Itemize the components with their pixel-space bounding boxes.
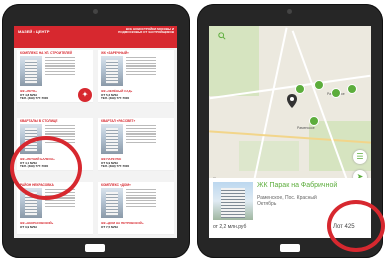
map-marker[interactable] <box>331 88 341 98</box>
camera <box>287 9 292 14</box>
card-title: КВАРТАЛЫ В СТОЛИЦЕ <box>20 119 58 123</box>
card-title: КОМПЛЕКС НА УЛ. СТРОИТЕЛЕЙ <box>20 51 72 55</box>
map-marker[interactable] <box>314 80 324 90</box>
highlight-circle <box>327 200 385 252</box>
card-phone: ТЕЛ. (499) 777-7000 <box>101 96 130 101</box>
card-footer: ЖК «ЛЕТО» ОТ 4,8 МЛН ТЕЛ. (499) 777-7000 <box>20 89 49 101</box>
card-title: КВАРТАЛ «РАССВЕТ» <box>101 119 136 123</box>
location-pin-icon[interactable] <box>287 94 297 108</box>
card-footer: ЖК ПАРК РЕК ОТ 6,9 МЛН ТЕЛ. (499) 777-7000 <box>101 157 130 169</box>
card-description <box>126 125 156 144</box>
map-marker[interactable] <box>295 84 305 94</box>
listing-name[interactable]: ЖК Парак на Фабричной <box>257 182 337 189</box>
card-description <box>126 189 156 208</box>
building-image <box>101 188 123 218</box>
header-title: МАЗЕЙ • ЦЕНТР <box>18 29 50 34</box>
map-marker[interactable] <box>347 84 357 94</box>
map-label-town: Раменское <box>297 126 315 130</box>
map-park <box>239 141 299 171</box>
list-view-button[interactable]: ☰ <box>353 150 367 164</box>
left-tablet: МАЗЕЙ • ЦЕНТР ВСЕ НОВОСТРОЙКИ МОСКВЫ И П… <box>2 4 190 258</box>
home-button[interactable] <box>280 244 300 252</box>
camera <box>93 9 98 14</box>
card-description <box>126 57 156 76</box>
building-image <box>101 56 123 86</box>
card-footer: ЖК «НЕКРАСОВСКИЙ» ОТ 3,9 МЛН <box>20 221 53 229</box>
listing-card[interactable]: КОМПЛЕКС «ДОМ» ЖК «ДОМ НА ПЕТРОВСКОЙ» ОТ … <box>98 182 174 235</box>
card-phone: ТЕЛ. (499) 777-7000 <box>20 96 49 101</box>
building-image <box>101 124 123 154</box>
listing-card[interactable]: КВАРТАЛ «РАССВЕТ» ЖК ПАРК РЕК ОТ 6,9 МЛН Т… <box>98 118 174 171</box>
card-description <box>45 57 75 76</box>
right-tablet: Раменское Раменское ☰ ➤ Похожие жилкомпл… <box>197 4 385 258</box>
listing-price: от 2,2 млн.руб <box>213 224 247 230</box>
card-phone: ТЕЛ. (499) 777-7000 <box>101 164 130 169</box>
card-footer: ЖК «ЗЕЛЁНЫЙ САД» ОТ 5,2 МЛН ТЕЛ. (499) 777… <box>101 89 132 101</box>
listing-card[interactable]: ЖК «ЗАРЕЧНЫЙ» ЖК «ЗЕЛЁНЫЙ САД» ОТ 5,2 МЛН… <box>98 50 174 103</box>
card-title: КОМПЛЕКС «ДОМ» <box>101 183 131 187</box>
card-footer: ЖК «ДОМ НА ПЕТРОВСКОЙ» ОТ 7,5 МЛН <box>101 221 144 229</box>
building-image <box>20 56 42 86</box>
header-promo: ВСЕ НОВОСТРОЙКИ МОСКВЫ И ПОДМОСКОВЬЯ ОТ … <box>118 27 174 35</box>
card-price: ОТ 7,5 МЛН <box>101 224 118 229</box>
highlight-circle <box>10 136 82 200</box>
app-header: МАЗЕЙ • ЦЕНТР ВСЕ НОВОСТРОЙКИ МОСКВЫ И П… <box>14 26 177 48</box>
map-marker[interactable] <box>309 116 319 126</box>
card-title: ЖК «ЗАРЕЧНЫЙ» <box>101 51 129 55</box>
listing-image <box>213 182 253 220</box>
home-button[interactable] <box>85 244 105 252</box>
search-icon[interactable] <box>217 32 227 40</box>
card-price: ОТ 3,9 МЛН <box>20 224 37 229</box>
listing-location: Раменское, Пос. Красный Октябрь <box>257 195 317 207</box>
promo-badge-icon[interactable]: ✦ <box>78 88 92 102</box>
left-screen: МАЗЕЙ • ЦЕНТР ВСЕ НОВОСТРОЙКИ МОСКВЫ И П… <box>14 26 177 238</box>
